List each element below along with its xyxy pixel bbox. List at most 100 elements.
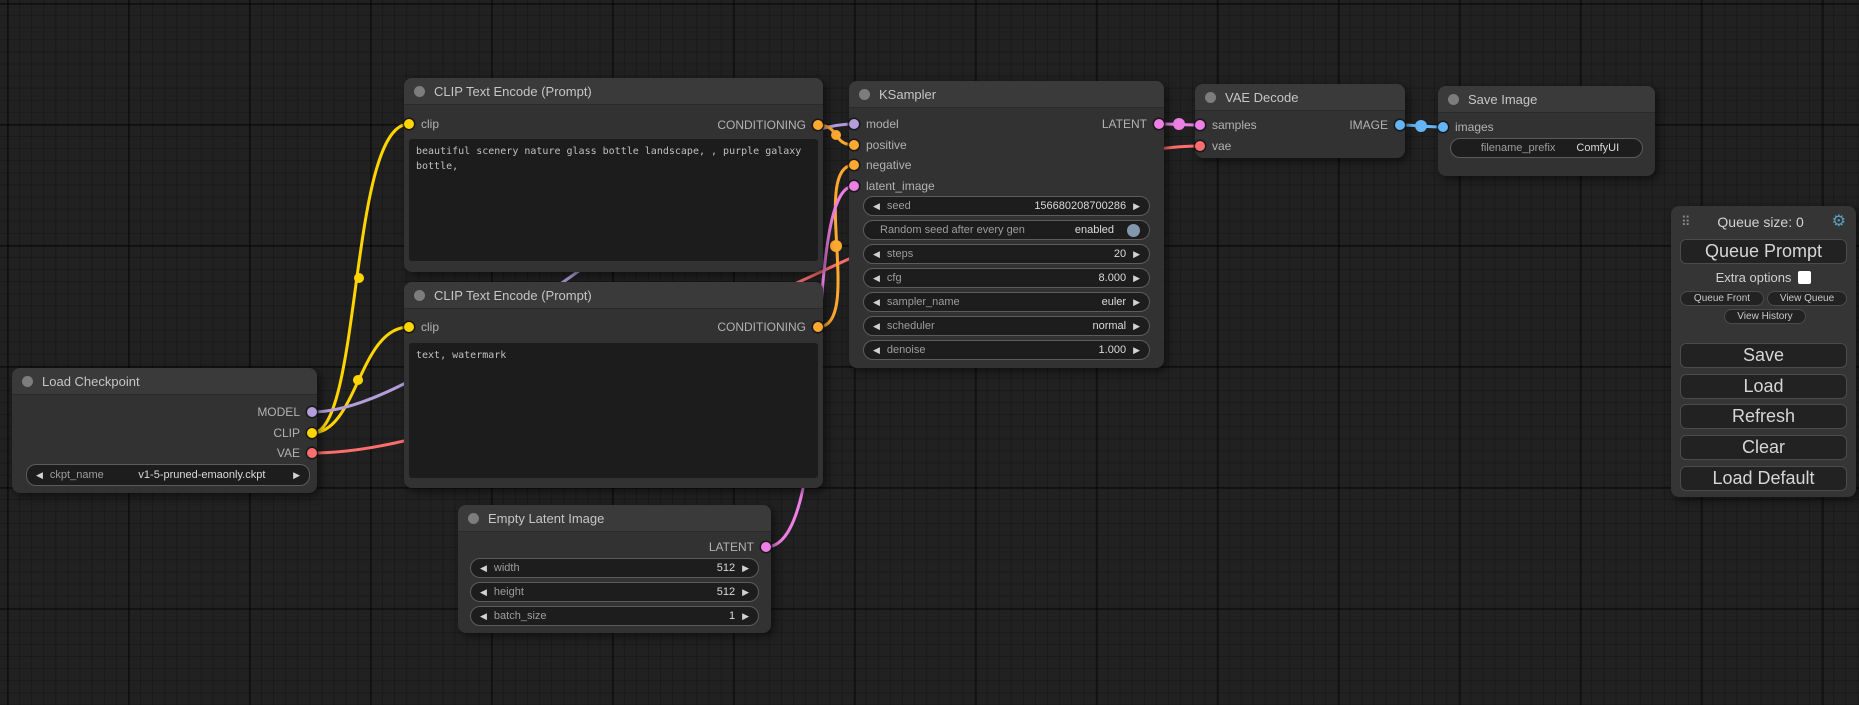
- queue-panel[interactable]: ⠿ Queue size: 0 ⚙ Queue Prompt Extra opt…: [1671, 206, 1856, 497]
- latent-port-dot-icon[interactable]: [1154, 119, 1164, 129]
- clip-port-dot-icon[interactable]: [404, 322, 414, 332]
- output-port-vae[interactable]: VAE: [277, 443, 317, 463]
- node-title-bar[interactable]: KSampler: [849, 81, 1164, 108]
- conditioning-port-dot-icon[interactable]: [813, 322, 823, 332]
- prompt-textarea[interactable]: beautiful scenery nature glass bottle la…: [409, 139, 818, 261]
- collapse-dot-icon[interactable]: [859, 89, 870, 100]
- output-port-latent[interactable]: LATENT: [709, 537, 771, 557]
- output-port-latent[interactable]: LATENT: [1102, 114, 1164, 134]
- steps-widget[interactable]: ◀ steps 20 ▶: [863, 244, 1150, 264]
- save-button[interactable]: Save: [1680, 343, 1847, 368]
- decrease-arrow-icon[interactable]: ◀: [480, 564, 487, 573]
- latent-port-dot-icon[interactable]: [1195, 120, 1205, 130]
- widget-value[interactable]: enabled: [1075, 224, 1121, 236]
- widget-value[interactable]: euler: [1102, 296, 1133, 308]
- node-title-bar[interactable]: CLIP Text Encode (Prompt): [404, 282, 823, 309]
- vae-port-dot-icon[interactable]: [1195, 141, 1205, 151]
- clip-port-dot-icon[interactable]: [404, 119, 414, 129]
- load-button[interactable]: Load: [1680, 374, 1847, 399]
- node-clip-text-encode-negative[interactable]: CLIP Text Encode (Prompt) clip CONDITION…: [404, 282, 823, 488]
- widget-value[interactable]: 1.000: [1099, 344, 1134, 356]
- collapse-dot-icon[interactable]: [22, 376, 33, 387]
- refresh-button[interactable]: Refresh: [1680, 404, 1847, 429]
- output-port-model[interactable]: MODEL: [257, 402, 317, 422]
- increase-arrow-icon[interactable]: ▶: [742, 564, 749, 573]
- collapse-dot-icon[interactable]: [414, 290, 425, 301]
- input-port-model[interactable]: model: [849, 114, 899, 134]
- input-port-positive[interactable]: positive: [849, 135, 907, 155]
- output-port-image[interactable]: IMAGE: [1349, 115, 1405, 135]
- increase-arrow-icon[interactable]: ▶: [1133, 274, 1140, 283]
- widget-value[interactable]: 512: [717, 586, 742, 598]
- node-clip-text-encode-positive[interactable]: CLIP Text Encode (Prompt) clip CONDITION…: [404, 78, 823, 272]
- vae-port-dot-icon[interactable]: [307, 448, 317, 458]
- increase-arrow-icon[interactable]: ▶: [293, 471, 300, 480]
- model-port-dot-icon[interactable]: [849, 119, 859, 129]
- clear-button[interactable]: Clear: [1680, 435, 1847, 460]
- node-title-bar[interactable]: Empty Latent Image: [458, 505, 771, 532]
- node-title-bar[interactable]: Save Image: [1438, 86, 1655, 113]
- ckpt-name-widget[interactable]: ◀ ckpt_name v1-5-pruned-emaonly.ckpt ▶: [26, 464, 310, 486]
- decrease-arrow-icon[interactable]: ◀: [873, 322, 880, 331]
- input-port-negative[interactable]: negative: [849, 155, 911, 175]
- widget-value[interactable]: ComfyUI: [1576, 142, 1619, 154]
- increase-arrow-icon[interactable]: ▶: [1133, 298, 1140, 307]
- input-port-images[interactable]: images: [1438, 117, 1494, 137]
- scheduler-widget[interactable]: ◀ scheduler normal ▶: [863, 316, 1150, 336]
- decrease-arrow-icon[interactable]: ◀: [36, 471, 43, 480]
- decrease-arrow-icon[interactable]: ◀: [873, 298, 880, 307]
- cfg-widget[interactable]: ◀ cfg 8.000 ▶: [863, 268, 1150, 288]
- extra-options-checkbox[interactable]: [1798, 271, 1811, 284]
- conditioning-port-dot-icon[interactable]: [813, 120, 823, 130]
- toggle-knob-icon[interactable]: [1127, 224, 1140, 237]
- widget-value[interactable]: v1-5-pruned-emaonly.ckpt: [138, 469, 265, 481]
- view-queue-button[interactable]: View Queue: [1767, 291, 1847, 306]
- node-load-checkpoint[interactable]: Load Checkpoint MODEL CLIP VAE ◀ ckpt_na…: [12, 368, 317, 493]
- decrease-arrow-icon[interactable]: ◀: [480, 612, 487, 621]
- collapse-dot-icon[interactable]: [414, 86, 425, 97]
- increase-arrow-icon[interactable]: ▶: [1133, 322, 1140, 331]
- collapse-dot-icon[interactable]: [1448, 94, 1459, 105]
- seed-widget[interactable]: ◀ seed 156680208700286 ▶: [863, 196, 1150, 216]
- height-widget[interactable]: ◀ height 512 ▶: [470, 582, 759, 602]
- decrease-arrow-icon[interactable]: ◀: [873, 346, 880, 355]
- collapse-dot-icon[interactable]: [1205, 92, 1216, 103]
- load-default-button[interactable]: Load Default: [1680, 466, 1847, 491]
- settings-gear-icon[interactable]: ⚙: [1832, 214, 1846, 230]
- increase-arrow-icon[interactable]: ▶: [742, 588, 749, 597]
- conditioning-port-dot-icon[interactable]: [849, 140, 859, 150]
- node-empty-latent-image[interactable]: Empty Latent Image LATENT ◀ width 512 ▶ …: [458, 505, 771, 633]
- conditioning-port-dot-icon[interactable]: [849, 160, 859, 170]
- prompt-textarea[interactable]: text, watermark: [409, 343, 818, 478]
- input-port-samples[interactable]: samples: [1195, 115, 1257, 135]
- increase-arrow-icon[interactable]: ▶: [1133, 250, 1140, 259]
- image-port-dot-icon[interactable]: [1438, 122, 1448, 132]
- node-graph-canvas[interactable]: Load Checkpoint MODEL CLIP VAE ◀ ckpt_na…: [0, 0, 1859, 705]
- node-title-bar[interactable]: CLIP Text Encode (Prompt): [404, 78, 823, 105]
- denoise-widget[interactable]: ◀ denoise 1.000 ▶: [863, 340, 1150, 360]
- latent-port-dot-icon[interactable]: [849, 181, 859, 191]
- widget-value[interactable]: 8.000: [1099, 272, 1134, 284]
- output-port-conditioning[interactable]: CONDITIONING: [717, 115, 823, 135]
- increase-arrow-icon[interactable]: ▶: [1133, 346, 1140, 355]
- drag-handle-icon[interactable]: ⠿: [1681, 214, 1690, 230]
- increase-arrow-icon[interactable]: ▶: [1133, 202, 1140, 211]
- decrease-arrow-icon[interactable]: ◀: [873, 274, 880, 283]
- node-vae-decode[interactable]: VAE Decode samples vae IMAGE: [1195, 84, 1405, 158]
- widget-value[interactable]: 156680208700286: [1034, 200, 1133, 212]
- image-port-dot-icon[interactable]: [1395, 120, 1405, 130]
- input-port-latent-image[interactable]: latent_image: [849, 176, 935, 196]
- queue-prompt-button[interactable]: Queue Prompt: [1680, 239, 1847, 264]
- sampler-name-widget[interactable]: ◀ sampler_name euler ▶: [863, 292, 1150, 312]
- input-port-clip[interactable]: clip: [404, 317, 439, 337]
- filename-prefix-widget[interactable]: filename_prefix ComfyUI: [1450, 138, 1643, 158]
- decrease-arrow-icon[interactable]: ◀: [873, 202, 880, 211]
- clip-port-dot-icon[interactable]: [307, 428, 317, 438]
- widget-value[interactable]: 1: [729, 610, 742, 622]
- batch-size-widget[interactable]: ◀ batch_size 1 ▶: [470, 606, 759, 626]
- output-port-conditioning[interactable]: CONDITIONING: [717, 317, 823, 337]
- node-save-image[interactable]: Save Image images filename_prefix ComfyU…: [1438, 86, 1655, 176]
- increase-arrow-icon[interactable]: ▶: [742, 612, 749, 621]
- decrease-arrow-icon[interactable]: ◀: [480, 588, 487, 597]
- output-port-clip[interactable]: CLIP: [273, 423, 317, 443]
